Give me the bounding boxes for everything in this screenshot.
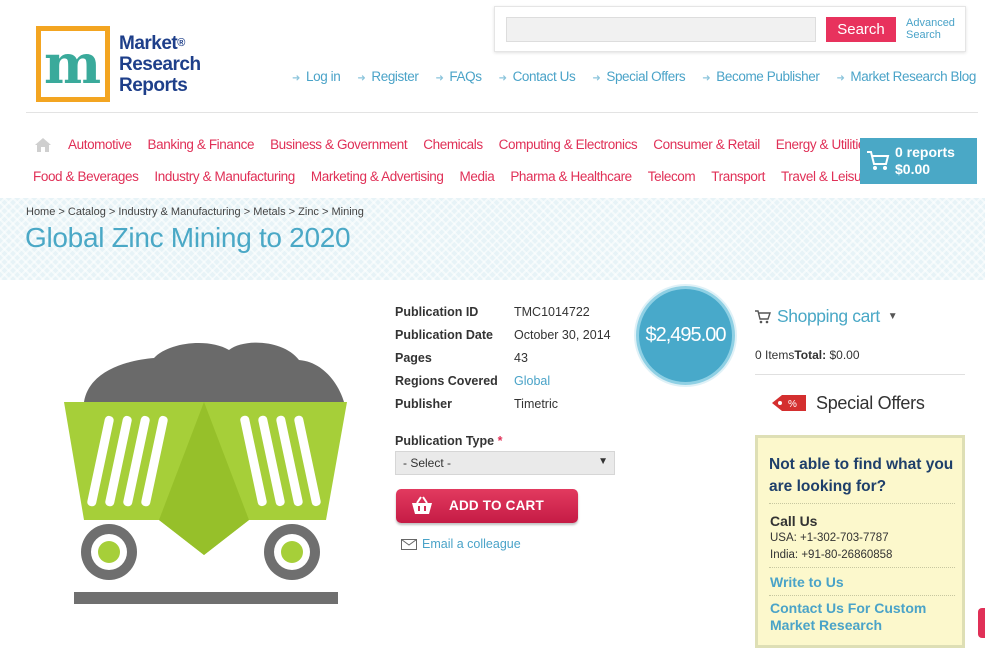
faqs-link[interactable]: ➜ FAQs (435, 69, 482, 84)
mail-icon (401, 538, 417, 550)
arrow-icon: ➜ (702, 73, 711, 84)
search-button[interactable]: Search (826, 17, 896, 42)
call-us-heading: Call Us (770, 513, 818, 529)
arrow-icon: ➜ (836, 73, 845, 84)
category-energy-utilities[interactable]: Energy & Utilities (776, 137, 872, 153)
category-industry-manufacturing[interactable]: Industry & Manufacturing (154, 169, 295, 184)
logo-letter: m (44, 32, 101, 96)
breadcrumb-mining[interactable]: Mining (331, 206, 363, 218)
email-colleague-link[interactable]: Email a colleague (401, 537, 521, 551)
arrow-icon: ➜ (435, 73, 444, 84)
shopping-cart-summary: 0 ItemsTotal: $0.00 (755, 348, 860, 362)
region-link[interactable]: Global (514, 374, 550, 397)
login-link[interactable]: ➜ Log in (292, 69, 341, 84)
contact-us-link[interactable]: ➜ Contact Us (499, 69, 576, 84)
search-input[interactable] (506, 17, 816, 42)
custom-research-link[interactable]: Contact Us For Custom Market Research (770, 600, 960, 634)
breadcrumb: Home > Catalog > Industry & Manufacturin… (26, 206, 364, 218)
header-cart-button[interactable]: 0 reports $0.00 (860, 138, 977, 184)
header-divider (26, 112, 978, 113)
category-media[interactable]: Media (460, 169, 495, 184)
price-badge: $2,495.00 (636, 286, 735, 385)
category-nav-row-1: Automotive Banking & Finance Business & … (34, 137, 887, 153)
category-computing-electronics[interactable]: Computing & Electronics (499, 137, 638, 153)
help-divider (769, 503, 955, 504)
publication-type-select[interactable]: - Select - ▼ (395, 451, 615, 475)
top-links: ➜ Log in ➜ Register ➜ FAQs ➜ Contact Us ➜ Spe… (292, 69, 976, 84)
search-bar: Search Advanced Search (494, 6, 966, 52)
help-question: Not able to find what you are looking fo… (769, 456, 954, 495)
category-pharma-healthcare[interactable]: Pharma & Healthcare (510, 169, 632, 184)
cart-icon (755, 309, 771, 323)
category-automotive[interactable]: Automotive (68, 137, 132, 153)
register-link[interactable]: ➜ Register (357, 69, 418, 84)
special-offers-sidebar-link[interactable]: % Special Offers (770, 392, 925, 414)
home-icon[interactable] (34, 137, 52, 153)
svg-text:%: % (788, 399, 797, 410)
become-publisher-link[interactable]: ➜ Become Publisher (702, 69, 820, 84)
category-telecom[interactable]: Telecom (648, 169, 696, 184)
blog-link[interactable]: ➜ Market Research Blog (836, 69, 976, 84)
publication-details: Publication ID TMC1014722 Publication Da… (395, 305, 611, 420)
arrow-icon: ➜ (592, 73, 601, 84)
chevron-down-icon: ▼ (887, 311, 898, 322)
breadcrumb-industry[interactable]: Industry & Manufacturing (118, 206, 240, 218)
help-divider (769, 567, 955, 568)
sidebar-divider (755, 374, 965, 375)
help-divider (769, 595, 955, 596)
cart-total: $0.00 (895, 161, 931, 177)
india-phone: India: +91-80-26860858 (770, 549, 893, 561)
help-box: Not able to find what you are looking fo… (755, 435, 965, 648)
shopping-cart-toggle[interactable]: Shopping cart ▼ (755, 306, 898, 327)
detail-row: Publisher Timetric (395, 397, 558, 411)
page: m Market® Research Reports Search Advanc… (0, 0, 985, 670)
logo-wordmark: Market® Research Reports (119, 32, 201, 96)
arrow-icon: ➜ (357, 73, 366, 84)
category-business-government[interactable]: Business & Government (270, 137, 408, 153)
advanced-search-link[interactable]: Advanced Search (906, 17, 955, 41)
category-consumer-retail[interactable]: Consumer & Retail (653, 137, 760, 153)
add-to-cart-button[interactable]: ADD TO CART (396, 489, 578, 523)
breadcrumb-home[interactable]: Home (26, 206, 55, 218)
feedback-tab[interactable] (978, 608, 985, 638)
arrow-icon: ➜ (498, 73, 507, 84)
breadcrumb-catalog[interactable]: Catalog (68, 206, 106, 218)
cart-report-count: 0 reports (895, 144, 955, 160)
chevron-down-icon: ▼ (598, 456, 608, 467)
breadcrumb-metals[interactable]: Metals (253, 206, 285, 218)
detail-row: Pages 43 (395, 351, 528, 365)
usa-phone: USA: +1-302-703-7787 (770, 532, 889, 544)
category-travel-leisure[interactable]: Travel & Leisure (781, 169, 873, 184)
detail-row: Regions Covered Global (395, 374, 611, 397)
title-banner: Home > Catalog > Industry & Manufacturin… (0, 198, 985, 280)
detail-row: Publication ID TMC1014722 (395, 305, 590, 319)
site-logo[interactable]: m Market® Research Reports (36, 24, 206, 104)
logo-mark: m (36, 26, 110, 102)
arrow-icon: ➜ (292, 73, 300, 84)
special-offers-link[interactable]: ➜ Special Offers (592, 69, 685, 84)
write-to-us-link[interactable]: Write to Us (770, 574, 960, 591)
mining-cart-image (64, 342, 347, 604)
category-banking-finance[interactable]: Banking & Finance (148, 137, 255, 153)
category-food-beverages[interactable]: Food & Beverages (33, 169, 139, 184)
tag-icon: % (772, 395, 806, 411)
basket-icon (412, 496, 432, 514)
breadcrumb-zinc[interactable]: Zinc (298, 206, 319, 218)
publication-type-label: Publication Type * (395, 434, 503, 448)
detail-row: Publication Date October 30, 2014 (395, 328, 611, 342)
category-transport[interactable]: Transport (711, 169, 765, 184)
category-marketing-advertising[interactable]: Marketing & Advertising (311, 169, 444, 184)
category-nav-row-2: Food & Beverages Industry & Manufacturin… (33, 169, 888, 184)
page-title: Global Zinc Mining to 2020 (25, 222, 351, 253)
cart-icon (867, 151, 890, 170)
category-chemicals[interactable]: Chemicals (423, 137, 483, 153)
